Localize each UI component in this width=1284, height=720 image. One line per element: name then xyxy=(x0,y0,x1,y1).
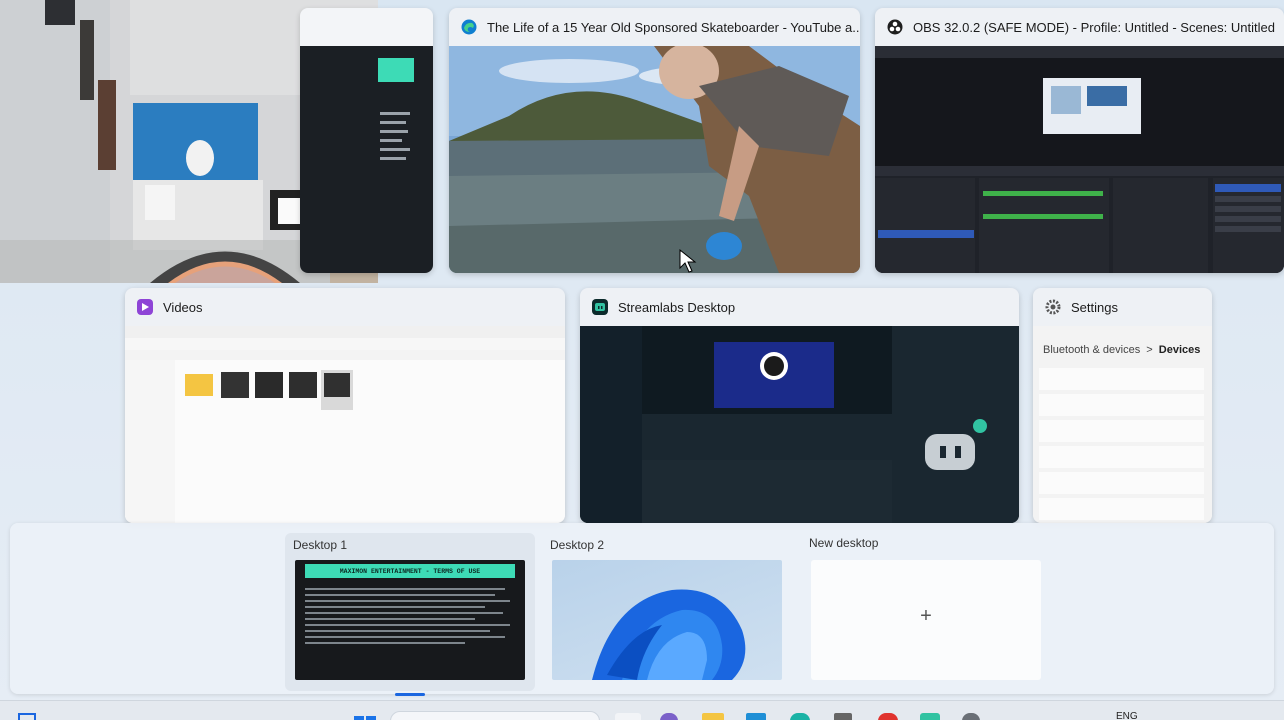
desktop-label: Desktop 2 xyxy=(550,538,605,552)
start-button[interactable] xyxy=(354,712,376,720)
taskbar-app-icon[interactable] xyxy=(615,713,641,720)
taskbar: ENG xyxy=(0,700,1284,720)
window-title-bar: Videos xyxy=(125,288,565,326)
window-title: Streamlabs Desktop xyxy=(618,299,736,315)
desktop-1[interactable]: Desktop 1 MAXIMON ENTERTAINMENT - TERMS … xyxy=(285,533,535,696)
new-desktop-button[interactable]: New desktop + xyxy=(801,533,1051,691)
video-folder-icon xyxy=(137,299,153,315)
edge-icon xyxy=(461,19,477,35)
edge-icon[interactable] xyxy=(790,713,810,720)
video-thumbnail xyxy=(449,43,860,273)
streamlabs-icon[interactable] xyxy=(920,713,940,720)
virtual-desktops-bar: Desktop 1 MAXIMON ENTERTAINMENT - TERMS … xyxy=(10,523,1274,696)
window-card-hidden[interactable] xyxy=(300,8,433,273)
streamlabs-icon xyxy=(592,299,608,315)
window-card-streamlabs[interactable]: Streamlabs Desktop xyxy=(580,288,1019,523)
window-card-settings[interactable]: Settings Bluetooth & devices > Devices xyxy=(1033,288,1212,523)
gear-icon xyxy=(1045,299,1061,315)
window-title-bar: The Life of a 15 Year Old Sponsored Skat… xyxy=(449,8,860,46)
search-box[interactable] xyxy=(390,711,600,720)
explorer-thumbnail xyxy=(125,326,565,523)
new-desktop-tile: + xyxy=(811,560,1041,680)
window-card-obs[interactable]: OBS 32.0.2 (SAFE MODE) - Profile: Untitl… xyxy=(875,8,1284,273)
desktop-label: New desktop xyxy=(809,536,879,550)
window-title: The Life of a 15 Year Old Sponsored Skat… xyxy=(487,19,860,35)
window-card-videos[interactable]: Videos xyxy=(125,288,565,523)
window-title: Videos xyxy=(163,299,203,315)
streamlabs-thumbnail xyxy=(580,326,1019,523)
window-title: OBS 32.0.2 (SAFE MODE) - Profile: Untitl… xyxy=(913,19,1275,35)
taskbar-app-icon[interactable] xyxy=(746,713,766,720)
window-title-bar: OBS 32.0.2 (SAFE MODE) - Profile: Untitl… xyxy=(875,8,1284,46)
taskbar-app-icon[interactable] xyxy=(660,713,678,720)
window-title: Settings xyxy=(1071,299,1118,315)
taskbar-app-icon[interactable] xyxy=(834,713,852,720)
obs-icon xyxy=(887,19,903,35)
taskbar-app-icon[interactable] xyxy=(878,713,898,720)
window-title-bar: Streamlabs Desktop xyxy=(580,288,1019,326)
plus-icon: + xyxy=(920,605,932,627)
terms-heading: MAXIMON ENTERTAINMENT - TERMS OF USE xyxy=(305,564,515,578)
gear-icon[interactable] xyxy=(962,713,980,720)
folder-icon[interactable] xyxy=(702,713,724,720)
window-title-bar: Settings xyxy=(1033,288,1212,326)
window-card-youtube[interactable]: The Life of a 15 Year Old Sponsored Skat… xyxy=(449,8,860,273)
language-indicator[interactable]: ENG xyxy=(1116,711,1138,720)
desktop-label: Desktop 1 xyxy=(293,538,348,552)
obs-thumbnail xyxy=(875,46,1284,273)
desktop-1-thumbnail: MAXIMON ENTERTAINMENT - TERMS OF USE xyxy=(295,560,525,680)
desktop-2-thumbnail xyxy=(552,560,782,680)
breadcrumb-separator: > xyxy=(1146,344,1153,356)
desktop-2[interactable]: Desktop 2 xyxy=(542,533,792,691)
settings-breadcrumb-current: Devices xyxy=(1158,344,1201,356)
settings-breadcrumb-parent: Bluetooth & devices xyxy=(1043,344,1141,356)
task-view-icon[interactable] xyxy=(18,713,36,720)
windows-bloom-wallpaper xyxy=(592,589,746,680)
active-desktop-indicator xyxy=(395,693,425,696)
settings-thumbnail: Bluetooth & devices > Devices xyxy=(1033,326,1212,523)
